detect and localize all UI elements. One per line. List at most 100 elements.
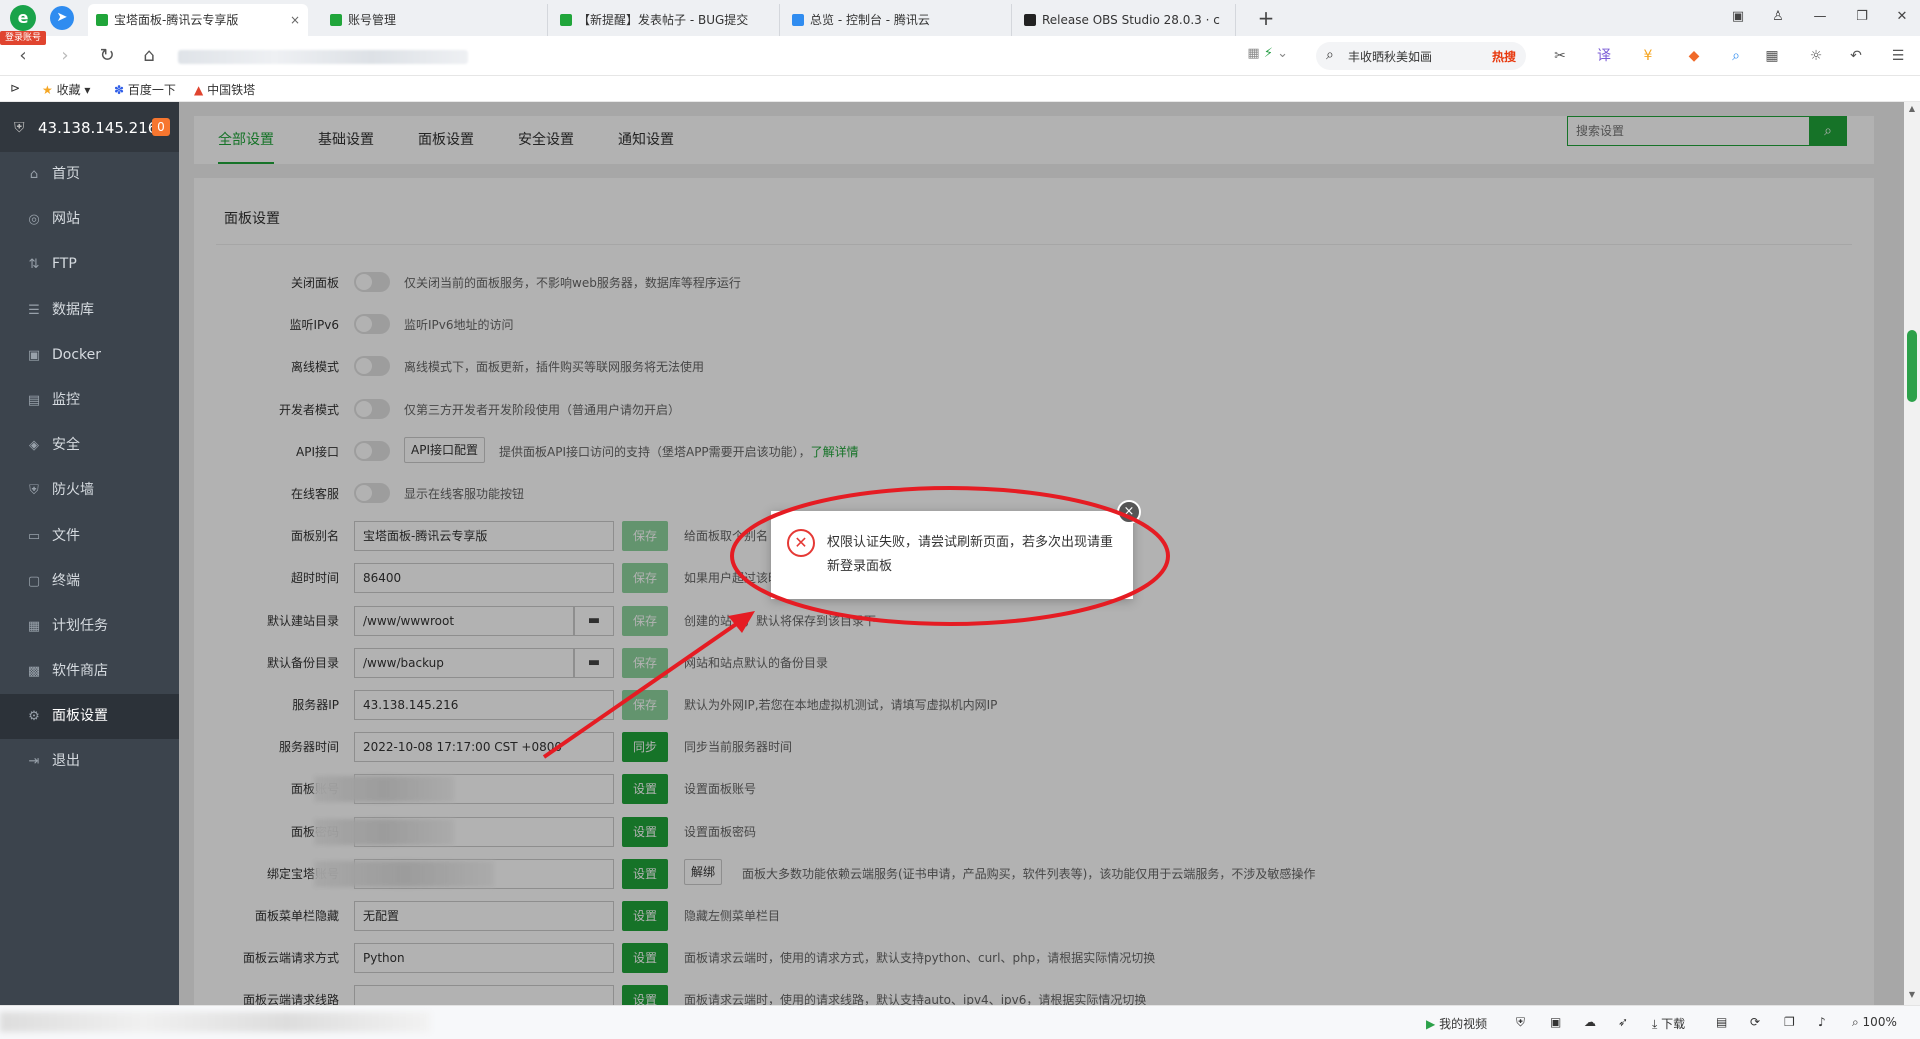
- undo-icon[interactable]: ↶: [1844, 46, 1868, 66]
- sidebar-item[interactable]: ☰ 数据库: [0, 288, 179, 333]
- rocket-icon[interactable]: ➶: [1618, 1015, 1628, 1029]
- search-icon: ⌕: [1326, 47, 1334, 63]
- browser-statusbar: ▶ 我的视频 ⛨ ▣ ☁ ➶ ⤓ 下载 ▤ ⟳ ❐ ♪ ⌕ 100%: [0, 1005, 1920, 1039]
- sidebar-item[interactable]: ▦ 计划任务: [0, 604, 179, 649]
- translate-icon[interactable]: 译: [1592, 46, 1616, 66]
- sidebar-item[interactable]: ▣ Docker: [0, 333, 179, 378]
- sidebar-item[interactable]: ▩ 软件商店: [0, 649, 179, 694]
- browser-tab[interactable]: 总览 - 控制台 - 腾讯云: [784, 4, 1012, 36]
- bookmark-favorites[interactable]: ★ 收藏 ▾: [42, 81, 90, 98]
- tab-favicon-icon: [96, 14, 108, 26]
- sidebar-item[interactable]: ⛨ 防火墙: [0, 468, 179, 513]
- my-video-button[interactable]: ▶ 我的视频: [1426, 1015, 1487, 1032]
- tab-label: 账号管理: [348, 13, 397, 27]
- shield-icon: ◈: [29, 438, 39, 454]
- server-ip: 43.138.145.216: [38, 119, 158, 137]
- terminal-icon: ▢: [27, 573, 41, 589]
- url-field[interactable]: ▦ ⚡ ⌄: [178, 42, 1298, 70]
- coupon-icon[interactable]: ¥: [1636, 46, 1660, 66]
- toast-close-button[interactable]: ×: [1117, 500, 1141, 524]
- sidebar-item[interactable]: ⚙ 面板设置: [0, 694, 179, 740]
- forward-icon[interactable]: ›: [52, 44, 78, 68]
- sync-icon[interactable]: ⟳: [1750, 1015, 1760, 1029]
- store-icon: ▩: [27, 664, 41, 680]
- volume-icon[interactable]: ♪: [1818, 1015, 1826, 1029]
- sidebar-item-label: 网站: [52, 211, 80, 228]
- cloud-icon[interactable]: ☁: [1584, 1015, 1596, 1029]
- home-button-icon[interactable]: ⌂: [136, 44, 162, 68]
- tab-favicon-icon: [330, 14, 342, 26]
- browser-tab[interactable]: Release OBS Studio 28.0.3 · c: [1016, 4, 1236, 36]
- zoom-button[interactable]: ⌕ 100%: [1852, 1015, 1897, 1030]
- page-scrollbar[interactable]: ▲ ▼: [1904, 102, 1920, 1005]
- status-redacted: [0, 1012, 430, 1032]
- browser-logo-icon[interactable]: e: [10, 5, 36, 31]
- reload-icon[interactable]: ↻: [94, 44, 120, 68]
- sidebar-item[interactable]: ▤ 监控: [0, 378, 179, 423]
- scroll-down-icon[interactable]: ▼: [1907, 990, 1917, 999]
- tab-label: Release OBS Studio 28.0.3 · c: [1042, 13, 1220, 27]
- device-icon[interactable]: ▤: [1716, 1015, 1727, 1029]
- security-shield-icon[interactable]: ⛨: [1516, 1015, 1525, 1030]
- sidebar-item[interactable]: ◎ 网站: [0, 197, 179, 242]
- sidebar-item-label: 文件: [52, 527, 80, 544]
- bookmark-baidu[interactable]: ✽ 百度一下: [114, 81, 176, 98]
- scroll-thumb[interactable]: [1907, 330, 1917, 402]
- new-tab-button[interactable]: +: [1252, 4, 1280, 32]
- error-icon: ✕: [787, 529, 815, 557]
- screenshot-scissors-icon[interactable]: ✂: [1548, 46, 1572, 66]
- browser-tab[interactable]: 宝塔面板-腾讯云专享版 ×: [88, 4, 308, 36]
- docker-icon: ▣: [27, 347, 41, 363]
- apps-grid-icon[interactable]: ▦: [1760, 46, 1784, 66]
- tab-list-icon[interactable]: ▣: [1724, 6, 1752, 28]
- close-window-icon[interactable]: ✕: [1888, 6, 1916, 28]
- zoom-level: 100%: [1862, 1015, 1897, 1029]
- image-icon[interactable]: ▣: [1550, 1015, 1561, 1029]
- browser-search-box[interactable]: ⌕ 丰收晒秋美如画 热搜: [1316, 42, 1526, 70]
- brightness-icon[interactable]: ☼: [1804, 46, 1828, 66]
- sidebar-item-label: FTP: [52, 256, 77, 273]
- download-button[interactable]: ⤓ 下载: [1652, 1015, 1685, 1032]
- back-icon[interactable]: ‹: [10, 44, 36, 68]
- navigation-compass-icon[interactable]: ➤: [50, 6, 74, 30]
- video-icon: ▶: [1426, 1017, 1436, 1031]
- sidebar-item[interactable]: ⌂ 首页: [0, 152, 179, 197]
- sidebar-toggle-icon[interactable]: ⊳: [10, 81, 20, 95]
- firewall-icon: ⛨: [29, 483, 39, 499]
- folder-icon: ▭: [27, 528, 41, 544]
- hot-search-label[interactable]: 热搜: [1492, 48, 1516, 65]
- skin-icon[interactable]: ♙: [1764, 6, 1792, 28]
- window-icon[interactable]: ❐: [1784, 1015, 1795, 1029]
- minimize-icon[interactable]: —: [1806, 6, 1834, 28]
- game-icon[interactable]: ◆: [1682, 46, 1706, 66]
- server-shield-icon: ⛨: [14, 120, 25, 136]
- star-icon: ★: [42, 83, 53, 97]
- tab-label: 总览 - 控制台 - 腾讯云: [810, 13, 930, 27]
- tab-favicon-icon: [560, 14, 572, 26]
- browser-tab[interactable]: 账号管理: [322, 4, 548, 36]
- error-message: 权限认证失败，请尝试刷新页面，若多次出现请重新登录面板: [827, 535, 1114, 574]
- message-count-badge[interactable]: 0: [152, 118, 170, 136]
- bookmarks-bar: ⊳ ★ 收藏 ▾ ✽ 百度一下 ▲ 中国铁塔: [0, 76, 1920, 102]
- sidebar-item-label: 安全: [52, 437, 80, 454]
- browser-tab[interactable]: 【新提醒】发表帖子 - BUG提交: [552, 4, 780, 36]
- sidebar-item[interactable]: ⇥ 退出: [0, 739, 179, 784]
- sidebar-item[interactable]: ▢ 终端: [0, 559, 179, 604]
- sidebar-item[interactable]: ◈ 安全: [0, 423, 179, 468]
- url-action-icons[interactable]: ▦ ⚡ ⌄: [1247, 46, 1288, 61]
- find-icon[interactable]: ⌕: [1724, 46, 1748, 66]
- tab-favicon-icon: [1024, 14, 1036, 26]
- scroll-up-icon[interactable]: ▲: [1907, 104, 1917, 113]
- bookmark-china-tower[interactable]: ▲ 中国铁塔: [194, 81, 255, 98]
- china-tower-icon: ▲: [194, 83, 204, 97]
- home-icon: ⌂: [29, 167, 39, 182]
- restore-icon[interactable]: ❐: [1848, 6, 1876, 28]
- sidebar-item[interactable]: ▭ 文件: [0, 514, 179, 559]
- sidebar-item[interactable]: ⇅ FTP: [0, 242, 179, 287]
- database-icon: ☰: [28, 302, 40, 318]
- sidebar-item-label: 软件商店: [52, 663, 108, 680]
- tab-close-icon[interactable]: ×: [290, 4, 300, 36]
- login-account-badge[interactable]: 登录账号: [0, 31, 46, 45]
- menu-icon[interactable]: ☰: [1886, 46, 1910, 66]
- sidebar-item-label: 面板设置: [52, 708, 108, 725]
